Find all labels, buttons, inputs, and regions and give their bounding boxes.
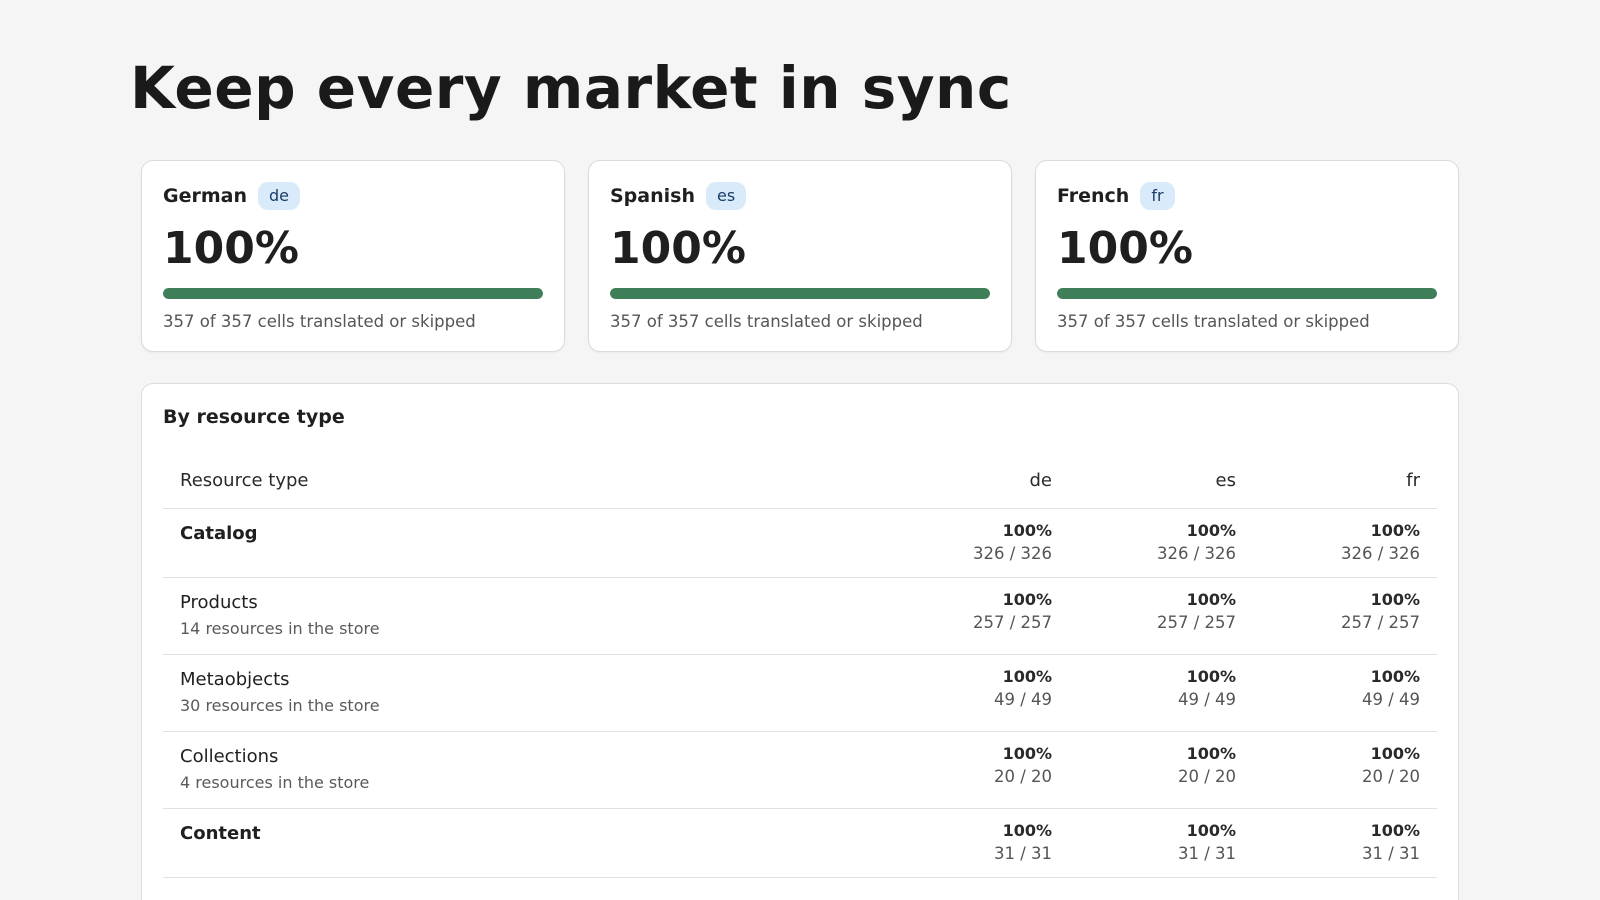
value-cell-es: 100% 257 / 257 xyxy=(1069,577,1253,655)
value-percent: 100% xyxy=(1370,744,1420,763)
resource-type-name: Content xyxy=(180,823,261,844)
value-cell-de: 100% 326 / 326 xyxy=(795,508,1069,578)
value-percent: 100% xyxy=(1186,667,1236,686)
value-count: 49 / 49 xyxy=(1177,690,1236,709)
resource-count: 30 resources in the store xyxy=(180,696,380,715)
table-row: Products 14 resources in the store 100% 257… xyxy=(163,577,1437,655)
progress-bar xyxy=(1057,288,1437,299)
progress-fill xyxy=(1057,288,1437,299)
value-cell-fr: 100% 20 / 20 xyxy=(1253,731,1437,809)
resource-type-name: Catalog xyxy=(180,523,258,544)
resource-type-cell: Content xyxy=(163,808,795,878)
language-name: Spanish xyxy=(610,185,695,207)
completion-percent: 100% xyxy=(1057,223,1193,274)
resource-type-panel: By resource type Resource type de es fr … xyxy=(141,383,1459,900)
value-cell-es: 100% 49 / 49 xyxy=(1069,654,1253,732)
progress-fill xyxy=(610,288,990,299)
value-percent: 100% xyxy=(1002,821,1052,840)
completion-summary: 357 of 357 cells translated or skipped xyxy=(1057,312,1370,331)
column-header-fr: fr xyxy=(1253,452,1437,509)
value-percent: 100% xyxy=(1002,521,1052,540)
value-cell-es: 100% 20 / 20 xyxy=(1069,731,1253,809)
column-header-es: es xyxy=(1069,452,1253,509)
language-card-french: French fr 100% 357 of 357 cells translat… xyxy=(1035,160,1459,352)
value-count: 49 / 49 xyxy=(993,690,1052,709)
value-cell-fr: 100% 49 / 49 xyxy=(1253,654,1437,732)
card-header: Spanish es xyxy=(610,182,990,210)
value-cell-fr: 100% 31 / 31 xyxy=(1253,808,1437,878)
table-row: Collections 4 resources in the store 100% 2… xyxy=(163,731,1437,809)
language-cards: German de 100% 357 of 357 cells translat… xyxy=(141,160,1459,352)
value-cell-de: 100% 20 / 20 xyxy=(795,731,1069,809)
resource-count: 14 resources in the store xyxy=(180,619,380,638)
page-title: Keep every market in sync xyxy=(130,54,1012,122)
value-percent: 100% xyxy=(1370,521,1420,540)
resource-type-name: Collections xyxy=(180,746,279,767)
resource-type-cell: Products 14 resources in the store xyxy=(163,577,795,655)
completion-percent: 100% xyxy=(610,223,746,274)
value-cell-es: 100% 31 / 31 xyxy=(1069,808,1253,878)
panel-heading: By resource type xyxy=(163,406,345,428)
value-percent: 100% xyxy=(1002,744,1052,763)
resource-type-cell: Collections 4 resources in the store xyxy=(163,731,795,809)
value-count: 49 / 49 xyxy=(1361,690,1420,709)
value-percent: 100% xyxy=(1002,590,1052,609)
card-header: French fr xyxy=(1057,182,1437,210)
resource-type-name: Metaobjects xyxy=(180,669,290,690)
value-cell-de: 100% 49 / 49 xyxy=(795,654,1069,732)
value-count: 257 / 257 xyxy=(1340,613,1420,632)
value-percent: 100% xyxy=(1186,821,1236,840)
value-cell-de: 100% 31 / 31 xyxy=(795,808,1069,878)
value-count: 20 / 20 xyxy=(1177,767,1236,786)
card-header: German de xyxy=(163,182,543,210)
resource-type-cell: Metaobjects 30 resources in the store xyxy=(163,654,795,732)
resource-type-cell: Catalog xyxy=(163,508,795,578)
value-count: 326 / 326 xyxy=(1340,544,1420,563)
language-name: French xyxy=(1057,185,1130,207)
language-card-spanish: Spanish es 100% 357 of 357 cells transla… xyxy=(588,160,1012,352)
language-card-german: German de 100% 357 of 357 cells translat… xyxy=(141,160,565,352)
table-row: Content 100% 31 / 31 100% 31 / 31 100% 31 / 31 xyxy=(163,808,1437,878)
value-percent: 100% xyxy=(1370,667,1420,686)
completion-summary: 357 of 357 cells translated or skipped xyxy=(610,312,923,331)
value-count: 31 / 31 xyxy=(1177,844,1236,863)
value-cell-fr: 100% 326 / 326 xyxy=(1253,508,1437,578)
language-code-badge: fr xyxy=(1140,182,1175,210)
value-percent: 100% xyxy=(1186,521,1236,540)
value-cell-de: 100% 257 / 257 xyxy=(795,577,1069,655)
value-cell-es: 100% 326 / 326 xyxy=(1069,508,1253,578)
value-percent: 100% xyxy=(1186,590,1236,609)
completion-summary: 357 of 357 cells translated or skipped xyxy=(163,312,476,331)
value-count: 20 / 20 xyxy=(1361,767,1420,786)
value-cell-fr: 100% 257 / 257 xyxy=(1253,577,1437,655)
value-count: 326 / 326 xyxy=(972,544,1052,563)
value-percent: 100% xyxy=(1370,590,1420,609)
resource-count: 4 resources in the store xyxy=(180,773,370,792)
completion-percent: 100% xyxy=(163,223,299,274)
table-row: Metaobjects 30 resources in the store 100%… xyxy=(163,654,1437,732)
column-header-de: de xyxy=(795,452,1069,509)
page: Keep every market in sync German de 100%… xyxy=(0,0,1600,900)
value-count: 257 / 257 xyxy=(1156,613,1236,632)
value-percent: 100% xyxy=(1186,744,1236,763)
value-count: 20 / 20 xyxy=(993,767,1052,786)
progress-fill xyxy=(163,288,543,299)
progress-bar xyxy=(163,288,543,299)
value-count: 257 / 257 xyxy=(972,613,1052,632)
value-count: 326 / 326 xyxy=(1156,544,1236,563)
resource-type-name: Products xyxy=(180,592,258,613)
language-name: German xyxy=(163,185,247,207)
column-header-resource-type: Resource type xyxy=(163,452,795,509)
value-percent: 100% xyxy=(1370,821,1420,840)
progress-bar xyxy=(610,288,990,299)
resource-type-table: Resource type de es fr Catalog 100% 326 / … xyxy=(163,452,1437,878)
language-code-badge: de xyxy=(258,182,300,210)
value-count: 31 / 31 xyxy=(993,844,1052,863)
language-code-badge: es xyxy=(705,182,747,210)
table-row: Catalog 100% 326 / 326 100% 326 / 326 100% 326… xyxy=(163,508,1437,578)
table-header-row: Resource type de es fr xyxy=(163,452,1437,509)
value-percent: 100% xyxy=(1002,667,1052,686)
value-count: 31 / 31 xyxy=(1361,844,1420,863)
